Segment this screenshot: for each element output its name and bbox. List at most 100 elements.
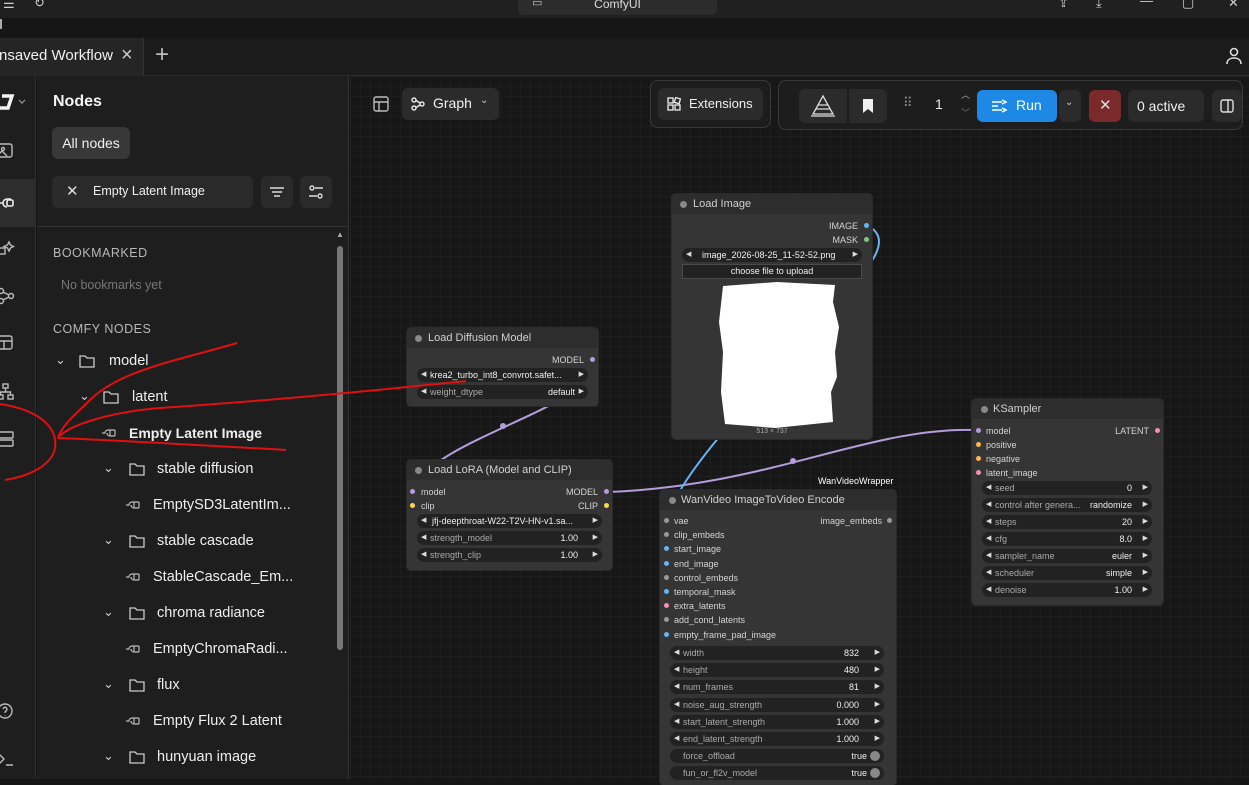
tree-folder-model[interactable]: ⌄ model <box>37 351 332 375</box>
next-arrow-icon[interactable]: ▶ <box>579 387 584 395</box>
tree-folder-stable-cascade[interactable]: ⌄ stable cascade <box>37 531 332 555</box>
new-tab-plus-icon[interactable]: + <box>155 41 169 69</box>
next-arrow-icon[interactable]: ▶ <box>593 516 598 524</box>
tree-node-empty-flux-2-latent[interactable]: Empty Flux 2 Latent <box>37 711 332 735</box>
chevron-down-icon[interactable]: ⌄ <box>103 748 114 764</box>
decrement-arrow-icon[interactable]: ◀ <box>674 648 679 656</box>
app-title-tab[interactable]: ▭ ComfyUI <box>518 0 717 15</box>
toggle-knob[interactable] <box>870 751 880 762</box>
help-icon[interactable] <box>0 696 36 726</box>
workflows-icon[interactable] <box>0 281 36 311</box>
tree-node-empty-latent-image[interactable]: Empty Latent Image <box>37 423 332 447</box>
models-icon[interactable] <box>0 234 36 264</box>
node-ksampler[interactable]: KSampler LATENT model positive negative lat… <box>972 399 1163 605</box>
terminal-icon[interactable] <box>0 744 36 774</box>
widget-scheduler[interactable]: ◀ scheduler simple ▶ <box>982 566 1152 580</box>
share-icon[interactable]: ⇪ <box>1058 0 1069 10</box>
tree-node-stablecascade-empty[interactable]: StableCascade_Em... <box>37 567 332 591</box>
output-clip-dot[interactable] <box>604 503 609 508</box>
all-nodes-button[interactable]: All nodes <box>52 127 130 159</box>
input-dot[interactable] <box>664 603 669 609</box>
increment-arrow-icon[interactable]: ▶ <box>1143 500 1148 508</box>
chevron-down-icon[interactable]: ⌄ <box>55 352 66 368</box>
increment-arrow-icon[interactable]: ▶ <box>1143 534 1148 542</box>
node-header[interactable]: WanVideo ImageToVideo Encode <box>660 490 896 510</box>
input-dot[interactable] <box>976 442 981 447</box>
hierarchy-icon[interactable] <box>0 377 36 407</box>
widget-control-after-genera[interactable]: ◀ control after genera... randomize ▶ <box>982 498 1152 512</box>
number-width[interactable]: ◀ width 832 ▶ <box>670 646 884 660</box>
next-arrow-icon[interactable]: ▶ <box>579 370 584 378</box>
prev-arrow-icon[interactable]: ◀ <box>686 250 691 258</box>
user-icon[interactable] <box>1225 46 1243 66</box>
node-load-image[interactable]: Load Image IMAGE MASK ◀ image_2026-08-25… <box>672 194 872 439</box>
increment-arrow-icon[interactable]: ▶ <box>1143 551 1148 559</box>
lora-name-combo[interactable]: ◀ jfj-deepthroat-W22-T2V-HN-v1.sa... ▶ <box>417 514 602 528</box>
prev-arrow-icon[interactable]: ◀ <box>421 370 426 378</box>
input-dot[interactable] <box>976 428 981 433</box>
node-wanvideo-encode[interactable]: WanVideo ImageToVideo Encode image_embed… <box>660 490 896 785</box>
input-dot[interactable] <box>664 574 669 580</box>
node-header[interactable]: Load Image <box>672 194 872 214</box>
decrement-arrow-icon[interactable]: ◀ <box>986 568 991 576</box>
output-mask-dot[interactable] <box>864 237 869 242</box>
increment-arrow-icon[interactable]: ▶ <box>1143 483 1148 491</box>
increment-arrow-icon[interactable]: ▶ <box>593 533 598 541</box>
unet-name-combo[interactable]: ◀ krea2_turbo_int8_convrot.safet... ▶ <box>417 368 588 382</box>
decrement-arrow-icon[interactable]: ◀ <box>986 551 991 559</box>
chevron-down-icon[interactable]: ⌄ <box>103 532 114 548</box>
input-dot[interactable] <box>664 617 669 623</box>
prev-arrow-icon[interactable]: ◀ <box>421 516 426 524</box>
decrement-arrow-icon[interactable]: ◀ <box>674 665 679 673</box>
workflow-tab[interactable]: nsaved Workflow × <box>0 38 144 76</box>
bookmark-button[interactable] <box>849 89 887 123</box>
decrement-arrow-icon[interactable]: ◀ <box>986 483 991 491</box>
output-image-dot[interactable] <box>864 223 869 228</box>
layout-icon[interactable] <box>373 96 389 112</box>
scroll-up-icon[interactable]: ▲ <box>336 230 344 239</box>
increment-arrow-icon[interactable]: ▶ <box>875 734 880 742</box>
extensions-button[interactable]: Extensions <box>658 88 763 120</box>
input-dot[interactable] <box>664 532 669 538</box>
increment-arrow-icon[interactable]: ▶ <box>875 682 880 690</box>
output-image-embeds-dot[interactable] <box>887 518 892 523</box>
increment-arrow-icon[interactable]: ▶ <box>875 665 880 673</box>
toggle-fun-or-fl2v-model[interactable]: fun_or_fl2v_model true <box>670 766 884 781</box>
input-model-dot[interactable] <box>410 489 415 494</box>
collapse-dot[interactable] <box>415 335 422 342</box>
node-load-lora[interactable]: Load LoRA (Model and CLIP) model MODEL c… <box>407 460 612 570</box>
increment-arrow-icon[interactable]: ▶ <box>875 648 880 656</box>
drag-handle-icon[interactable]: ⠿ <box>903 95 912 111</box>
cancel-button[interactable]: ✕ <box>1089 90 1121 122</box>
upload-button[interactable]: choose file to upload <box>682 264 862 279</box>
close-icon[interactable]: × <box>121 44 133 67</box>
decrement-arrow-icon[interactable]: ◀ <box>421 550 426 558</box>
clear-search-icon[interactable]: ✕ <box>66 182 79 200</box>
chevron-down-icon[interactable]: ⌄ <box>103 676 114 692</box>
widget-denoise[interactable]: ◀ denoise 1.00 ▶ <box>982 583 1152 597</box>
widget-seed[interactable]: ◀ seed 0 ▶ <box>982 481 1152 495</box>
graph-mode-button[interactable]: Graph ⌄ <box>402 88 499 120</box>
increment-arrow-icon[interactable]: ▶ <box>1143 585 1148 593</box>
input-dot[interactable] <box>976 456 981 461</box>
image-filename-combo[interactable]: ◀ image_2026-08-25_11-52-52.png ▶ <box>682 248 862 262</box>
widget-sampler-name[interactable]: ◀ sampler_name euler ▶ <box>982 549 1152 563</box>
tree-folder-latent[interactable]: ⌄ latent <box>37 387 332 411</box>
node-header[interactable]: Load LoRA (Model and CLIP) <box>407 460 612 480</box>
comfy-logo-icon[interactable] <box>0 90 36 120</box>
chevron-down-icon[interactable]: ⌄ <box>79 388 90 404</box>
node-library-tab[interactable] <box>0 179 36 227</box>
tree-folder-stable-diffusion[interactable]: ⌄ stable diffusion <box>37 459 332 483</box>
decrement-arrow-icon[interactable]: ◀ <box>674 682 679 690</box>
node-header[interactable]: Load Diffusion Model <box>407 328 598 348</box>
prev-arrow-icon[interactable]: ◀ <box>421 387 426 395</box>
sort-button[interactable] <box>261 176 293 208</box>
graph-canvas[interactable]: Graph ⌄ Extensions ⠿ 1 ︿ ﹀ Run ⌄ ✕ 0 act… <box>350 76 1249 785</box>
queue-count[interactable]: 1 <box>935 96 943 112</box>
run-button[interactable]: Run <box>977 90 1057 122</box>
increment-arrow-icon[interactable]: ▶ <box>593 550 598 558</box>
decrement-arrow-icon[interactable]: ◀ <box>674 734 679 742</box>
increment-arrow-icon[interactable]: ▶ <box>875 700 880 708</box>
node-header[interactable]: KSampler <box>972 399 1163 419</box>
input-dot[interactable] <box>664 589 669 594</box>
